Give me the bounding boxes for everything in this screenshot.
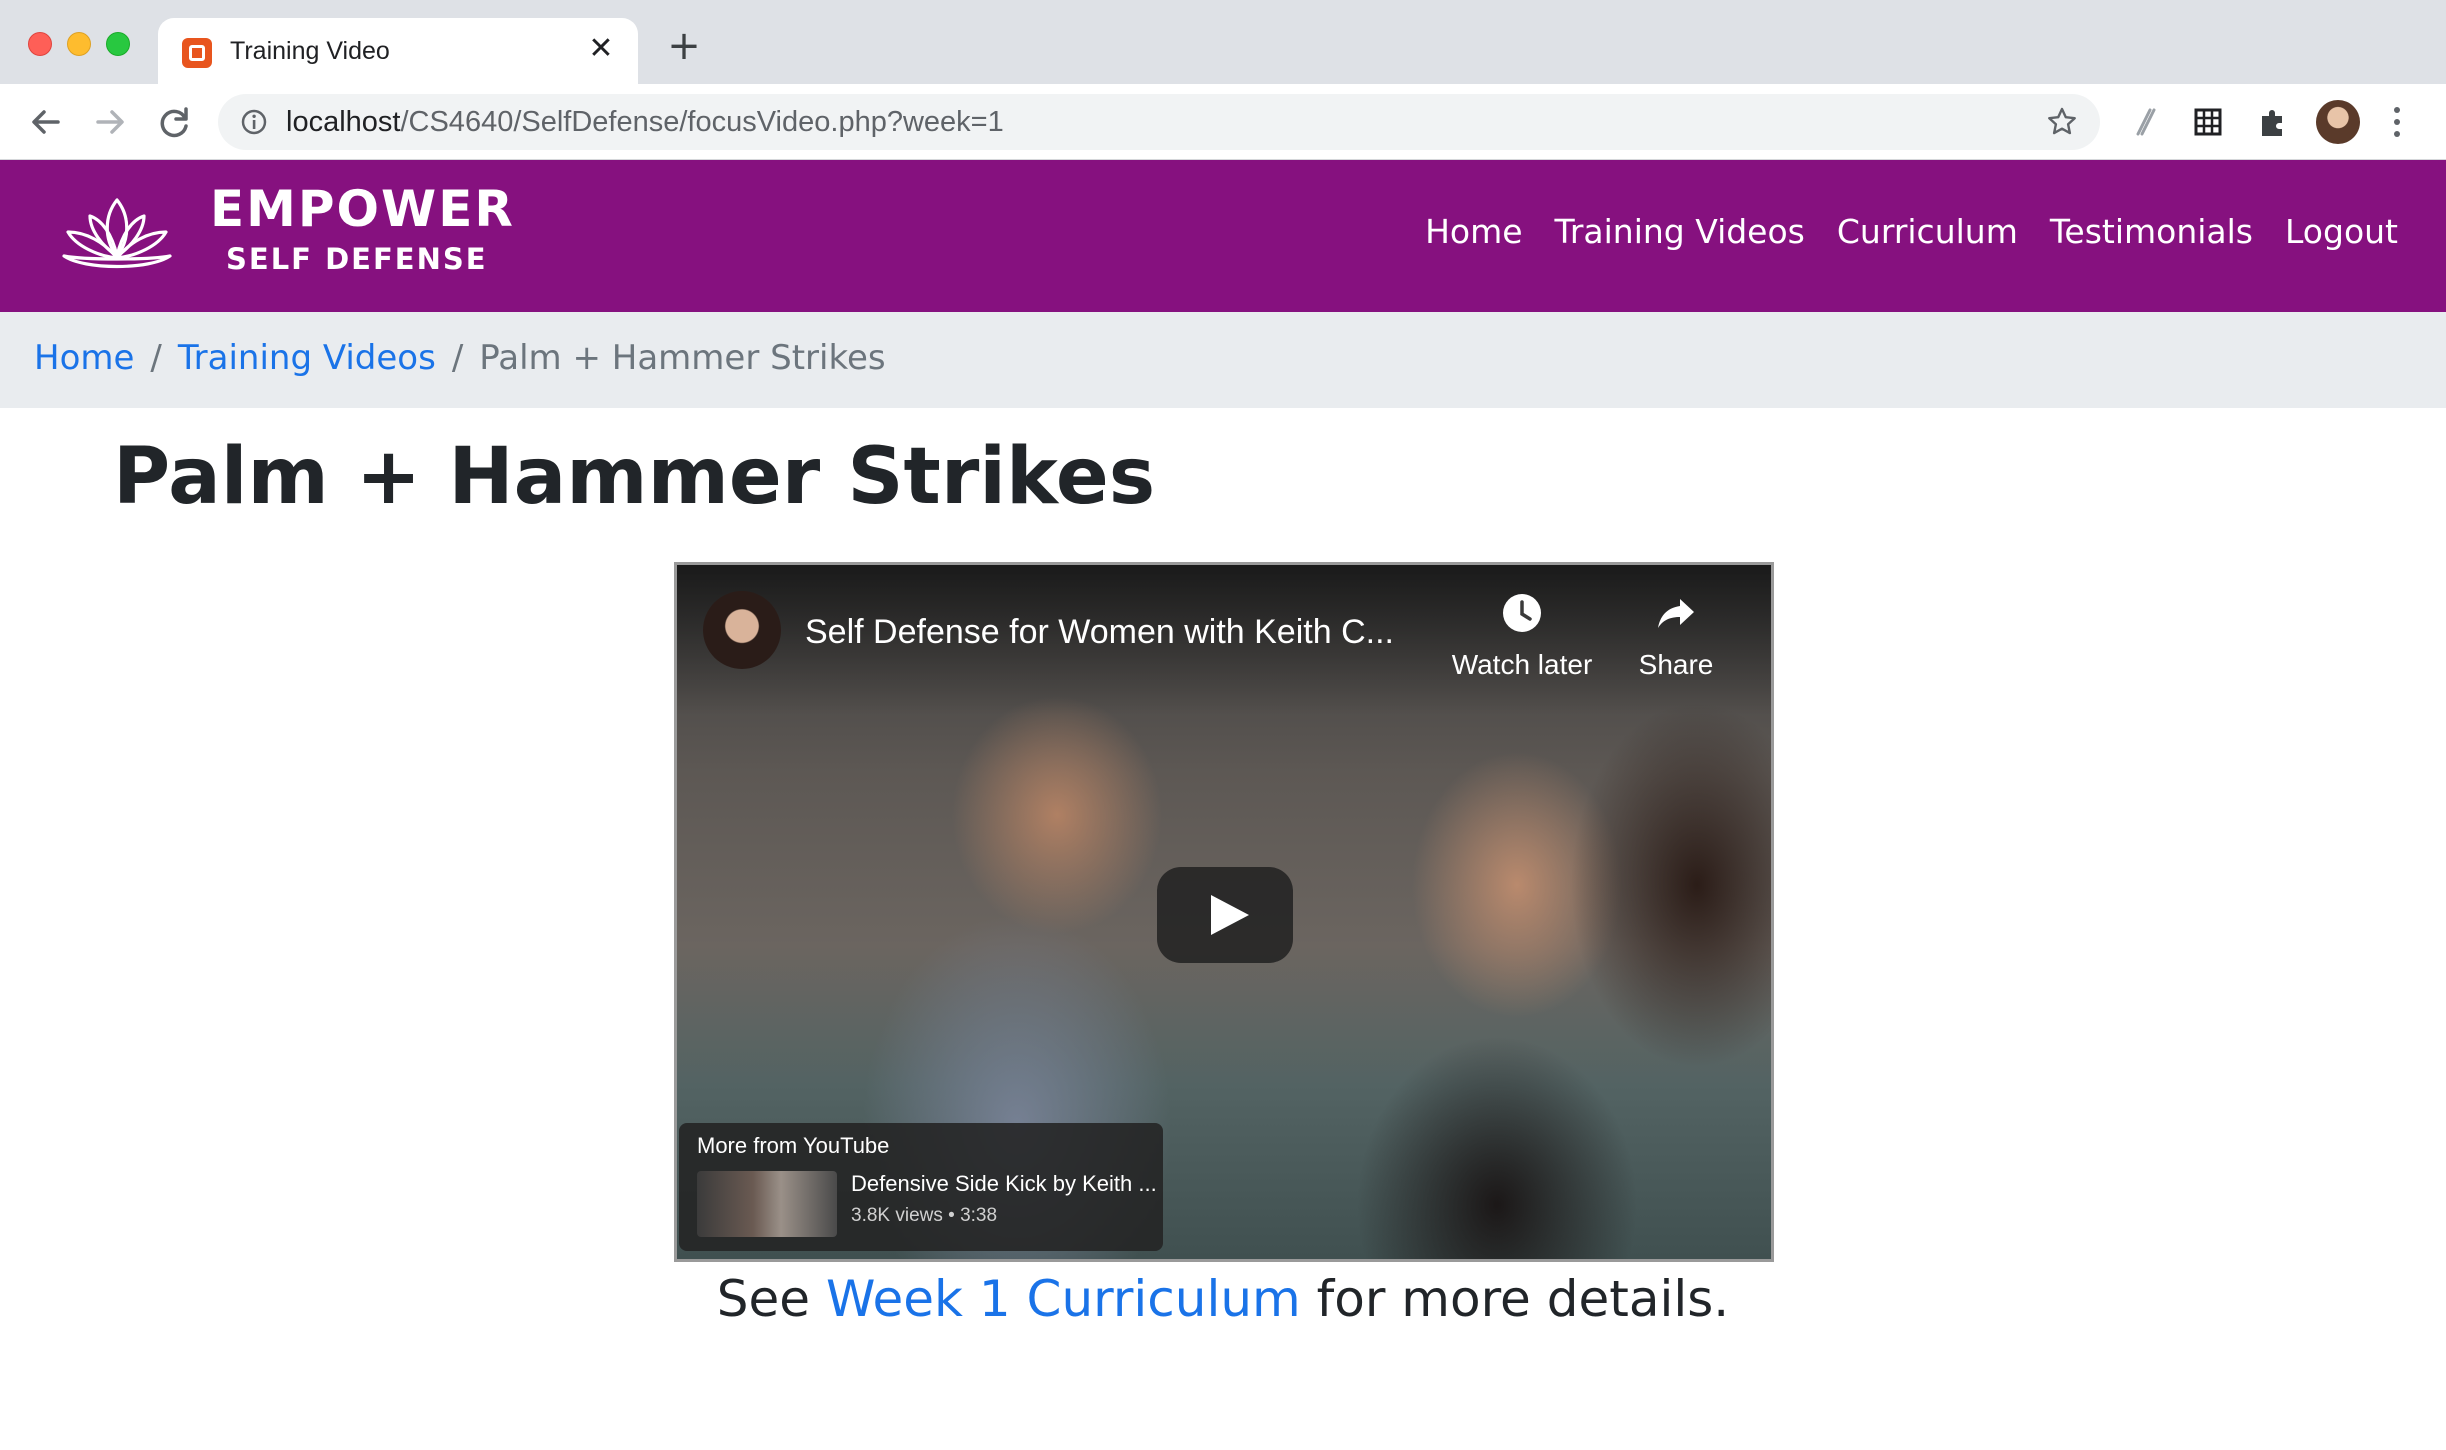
breadcrumb-home[interactable]: Home [34,338,134,378]
page-title: Palm + Hammer Strikes [113,432,1156,522]
brand-name[interactable]: EMPOWER [210,180,515,238]
suggested-video-thumbnail[interactable] [697,1171,837,1237]
caption-suffix: for more details. [1316,1270,1730,1328]
youtube-video-embed[interactable]: Self Defense for Women with Keith C... W… [674,562,1774,1262]
menu-icon[interactable] [2382,100,2412,144]
share-label: Share [1638,649,1714,680]
reload-icon[interactable] [150,98,198,146]
browser-tab[interactable]: Training Video ✕ [158,18,638,84]
extension-icon[interactable] [2124,102,2164,142]
main-nav: Home Training Videos Curriculum Testimon… [1425,212,2398,251]
watch-later-label: Watch later [1451,649,1593,680]
week-curriculum-link[interactable]: Week 1 Curriculum [826,1270,1301,1328]
clock-icon [1503,594,1541,632]
nav-testimonials[interactable]: Testimonials [2050,212,2253,251]
forward-icon[interactable] [86,98,134,146]
url-text[interactable]: localhost/CS4640/SelfDefense/focusVideo.… [286,106,1004,139]
caption-prefix: See [716,1270,811,1328]
lotus-logo-icon[interactable] [54,194,180,280]
video-title[interactable]: Self Defense for Women with Keith C... [805,613,1394,652]
window-close-button[interactable] [28,32,52,56]
suggested-video-meta: 3.8K views • 3:38 [851,1205,998,1226]
more-from-youtube-title: More from YouTube [697,1133,890,1158]
nav-training-videos[interactable]: Training Videos [1555,212,1805,251]
info-icon[interactable] [240,108,268,136]
nav-curriculum[interactable]: Curriculum [1837,212,2018,251]
tab-close-icon[interactable]: ✕ [584,32,618,66]
share-arrow-icon [1658,599,1694,628]
breadcrumb-separator: / [150,338,162,378]
grid-icon[interactable] [2188,102,2228,142]
new-tab-icon[interactable]: + [664,26,704,66]
watch-later-button[interactable]: Watch later [1447,591,1597,681]
breadcrumb-current: Palm + Hammer Strikes [479,338,886,378]
tab-title: Training Video [230,37,390,65]
profile-avatar[interactable] [2316,100,2360,144]
play-icon[interactable] [1157,867,1293,963]
address-bar[interactable]: localhost/CS4640/SelfDefense/focusVideo.… [218,94,2100,150]
suggested-video-title[interactable]: Defensive Side Kick by Keith ... [851,1171,1157,1197]
puzzle-icon[interactable] [2252,102,2292,142]
window-minimize-button[interactable] [67,32,91,56]
nav-logout[interactable]: Logout [2285,212,2398,251]
breadcrumb-separator: / [451,338,464,378]
breadcrumb-training-videos[interactable]: Training Videos [178,338,436,378]
breadcrumb: Home / Training Videos / Palm + Hammer Strik… [0,312,2446,408]
brand-tagline[interactable]: SELF DEFENSE [226,242,488,276]
curriculum-caption: See Week 1 Curriculum for more details. [0,1270,2446,1328]
bookmark-star-icon[interactable] [2046,106,2078,138]
nav-home[interactable]: Home [1425,212,1522,251]
site-header: EMPOWER SELF DEFENSE Home Training Video… [0,160,2446,312]
share-button[interactable]: Share [1601,591,1751,681]
back-icon[interactable] [22,98,70,146]
more-from-youtube-panel[interactable]: More from YouTube Defensive Side Kick by… [679,1123,1163,1251]
browser-toolbar: localhost/CS4640/SelfDefense/focusVideo.… [0,84,2446,160]
channel-avatar[interactable] [703,591,781,669]
window-zoom-button[interactable] [106,32,130,56]
browser-tab-strip: Training Video ✕ + [0,0,2446,84]
xampp-favicon-icon [182,38,212,68]
